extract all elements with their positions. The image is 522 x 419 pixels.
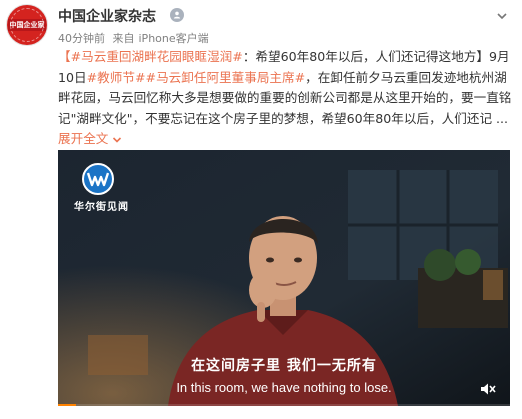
avatar-ring: [10, 8, 44, 42]
bracket-open: 【: [58, 49, 71, 64]
avatar[interactable]: 中国企业家: [6, 4, 48, 46]
chevron-down-icon: [113, 136, 122, 143]
expand-label: 展开全文: [58, 131, 109, 146]
subtitle-english: In this room, we have nothing to lose.: [176, 380, 392, 395]
author-name[interactable]: 中国企业家杂志: [58, 6, 156, 26]
topic-link[interactable]: #教师节#: [87, 70, 146, 85]
post-meta: 40分钟前 来自 iPhone客户端: [58, 30, 213, 46]
topic-link[interactable]: #马云卸任阿里董事局主席#: [146, 70, 306, 85]
post-time[interactable]: 40分钟前: [58, 32, 105, 45]
subtitle-chinese: 在这间房子里 我们一无所有: [191, 358, 377, 374]
post-text: 【#马云重回湖畔花园眼眶湿润#：希望60年80年以后，人们还记得这地方】9月10…: [58, 47, 516, 150]
post-source-prefix: 来自: [112, 32, 135, 45]
post-source[interactable]: iPhone客户端: [139, 32, 209, 45]
wallstreetcn-logo-icon: [82, 163, 114, 195]
mute-icon[interactable]: [480, 381, 496, 395]
video-progress-bar[interactable]: [58, 404, 510, 406]
expand-full-text-link[interactable]: 展开全文: [58, 131, 122, 146]
video-progress-fill: [58, 404, 77, 406]
chevron-down-icon[interactable]: [496, 7, 508, 20]
verified-badge-icon: [170, 8, 184, 22]
video-source-label: 华尔街见闻: [74, 202, 129, 213]
video-player[interactable]: 华尔街见闻 在这间房子里 我们一无所有 In this room, we hav…: [58, 150, 510, 406]
topic-link[interactable]: #马云重回湖畔花园眼眶湿润#: [71, 49, 243, 64]
